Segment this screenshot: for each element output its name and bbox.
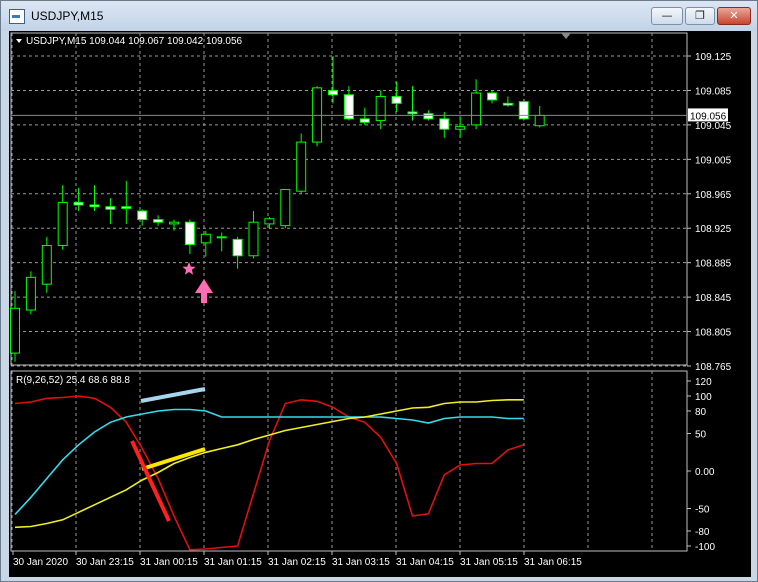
star-marker-icon bbox=[182, 262, 196, 275]
candle-bull bbox=[41, 244, 52, 285]
candle-bear bbox=[423, 113, 434, 120]
candle-bear bbox=[487, 92, 497, 101]
price-tick-label: 109.085 bbox=[695, 86, 732, 97]
indicator-tick-label: 80 bbox=[695, 407, 707, 418]
candle-bear bbox=[232, 238, 243, 257]
indicator-line-r9 bbox=[14, 395, 525, 551]
candle-bear bbox=[105, 206, 116, 210]
candle-bear bbox=[439, 118, 450, 130]
candle-bear bbox=[328, 89, 338, 96]
indicator-tick-label: -50 bbox=[695, 505, 710, 516]
chart-window-icon bbox=[9, 9, 25, 24]
candle-bull bbox=[264, 218, 275, 225]
candle-bull bbox=[534, 114, 545, 127]
trendline-cyan bbox=[140, 387, 206, 403]
price-tick-label: 108.845 bbox=[695, 293, 732, 304]
indicator-tick-label: 100 bbox=[695, 392, 712, 403]
candle-bear bbox=[121, 206, 132, 209]
trendline-yellow bbox=[141, 447, 206, 471]
time-axis: 30 Jan 2020 30 Jan 23:15 31 Jan 00:15 31 Ja… bbox=[12, 551, 582, 568]
time-tick-label: 30 Jan 2020 bbox=[13, 557, 68, 568]
candle-bull bbox=[216, 236, 227, 239]
price-tick-label: 109.045 bbox=[695, 121, 732, 132]
candle-bear bbox=[153, 219, 164, 223]
indicator-tick-label: -80 bbox=[695, 527, 710, 538]
candle-bear bbox=[407, 111, 418, 115]
price-header: USDJPY,M15 109.044 109.067 109.042 109.0… bbox=[26, 36, 243, 47]
chart-menu-icon[interactable] bbox=[16, 39, 22, 43]
candle-bear bbox=[502, 102, 513, 106]
minimize-button[interactable]: — bbox=[651, 7, 683, 25]
candle-bull bbox=[455, 126, 466, 130]
price-tick-label: 108.885 bbox=[695, 259, 732, 270]
candle-bull bbox=[10, 307, 20, 354]
candle-bear bbox=[89, 204, 100, 208]
candle-bull bbox=[375, 95, 386, 122]
close-button[interactable]: ✕ bbox=[717, 7, 751, 25]
indicator-tick-label: -100 bbox=[695, 542, 715, 553]
price-tick-label: 108.925 bbox=[695, 224, 732, 235]
chart-canvas[interactable]: 109.125 109.085 109.045 109.005 108.965 108.9… bbox=[9, 31, 751, 577]
chart-annotations bbox=[130, 262, 213, 522]
candle-bear bbox=[359, 118, 370, 123]
time-tick-label: 30 Jan 23:15 bbox=[76, 557, 134, 568]
title-bar[interactable]: USDJPY,M15 — ❐ ✕ bbox=[1, 1, 757, 31]
chart-shift-marker[interactable] bbox=[561, 33, 571, 39]
close-icon: ✕ bbox=[729, 9, 739, 22]
chart-window: USDJPY,M15 — ❐ ✕ 109.125 109.085 109.045 10… bbox=[0, 0, 758, 582]
candle-bull bbox=[200, 233, 211, 244]
chart-area[interactable]: 109.125 109.085 109.045 109.005 108.965 108.9… bbox=[9, 31, 751, 577]
trendline-red bbox=[130, 440, 171, 522]
candlesticks bbox=[10, 56, 545, 362]
candle-bear bbox=[391, 95, 402, 104]
candle-bull bbox=[57, 201, 68, 246]
candle-bear bbox=[518, 101, 529, 120]
price-tick-label: 109.125 bbox=[695, 52, 732, 63]
buy-arrow-icon bbox=[195, 279, 213, 303]
time-tick-label: 31 Jan 00:15 bbox=[140, 557, 198, 568]
price-tick-label: 108.805 bbox=[695, 328, 732, 339]
indicator-line-r26 bbox=[14, 408, 524, 516]
price-tick-label: 108.965 bbox=[695, 190, 732, 201]
time-tick-label: 31 Jan 05:15 bbox=[460, 557, 518, 568]
candle-bull bbox=[296, 141, 307, 192]
candle-bear bbox=[137, 210, 148, 221]
time-tick-label: 31 Jan 01:15 bbox=[204, 557, 262, 568]
window-title: USDJPY,M15 bbox=[31, 9, 104, 23]
maximize-icon: ❐ bbox=[695, 9, 705, 22]
indicator-axis: 120 100 80 50 0.00 -50 -80 -100 bbox=[687, 377, 715, 553]
minimize-icon: — bbox=[661, 9, 673, 22]
indicator-panel bbox=[10, 370, 688, 552]
price-panel bbox=[10, 32, 688, 366]
time-tick-label: 31 Jan 02:15 bbox=[268, 557, 326, 568]
maximize-button[interactable]: ❐ bbox=[685, 7, 715, 25]
indicator-tick-label: 120 bbox=[695, 377, 712, 388]
candle-bull bbox=[169, 221, 179, 225]
indicator-series bbox=[14, 395, 525, 551]
current-price-label: 109.056 bbox=[690, 111, 727, 122]
indicator-tick-label: 50 bbox=[695, 430, 707, 441]
candle-bull bbox=[25, 276, 36, 311]
candle-bull bbox=[471, 92, 482, 126]
time-tick-label: 31 Jan 06:15 bbox=[524, 557, 582, 568]
candle-bull bbox=[248, 221, 259, 257]
time-tick-label: 31 Jan 04:15 bbox=[396, 557, 454, 568]
price-axis: 109.125 109.085 109.045 109.005 108.965 108.9… bbox=[11, 52, 732, 373]
time-tick-label: 31 Jan 03:15 bbox=[332, 557, 390, 568]
price-tick-label: 108.765 bbox=[695, 362, 732, 373]
candle-bear bbox=[184, 221, 195, 246]
indicator-tick-label: 0.00 bbox=[695, 467, 715, 478]
price-tick-label: 109.005 bbox=[695, 155, 732, 166]
candle-bull bbox=[280, 188, 291, 227]
candle-bear bbox=[73, 201, 84, 206]
indicator-header: R(9,26,52) 25.4 68.6 88.8 bbox=[16, 375, 130, 386]
